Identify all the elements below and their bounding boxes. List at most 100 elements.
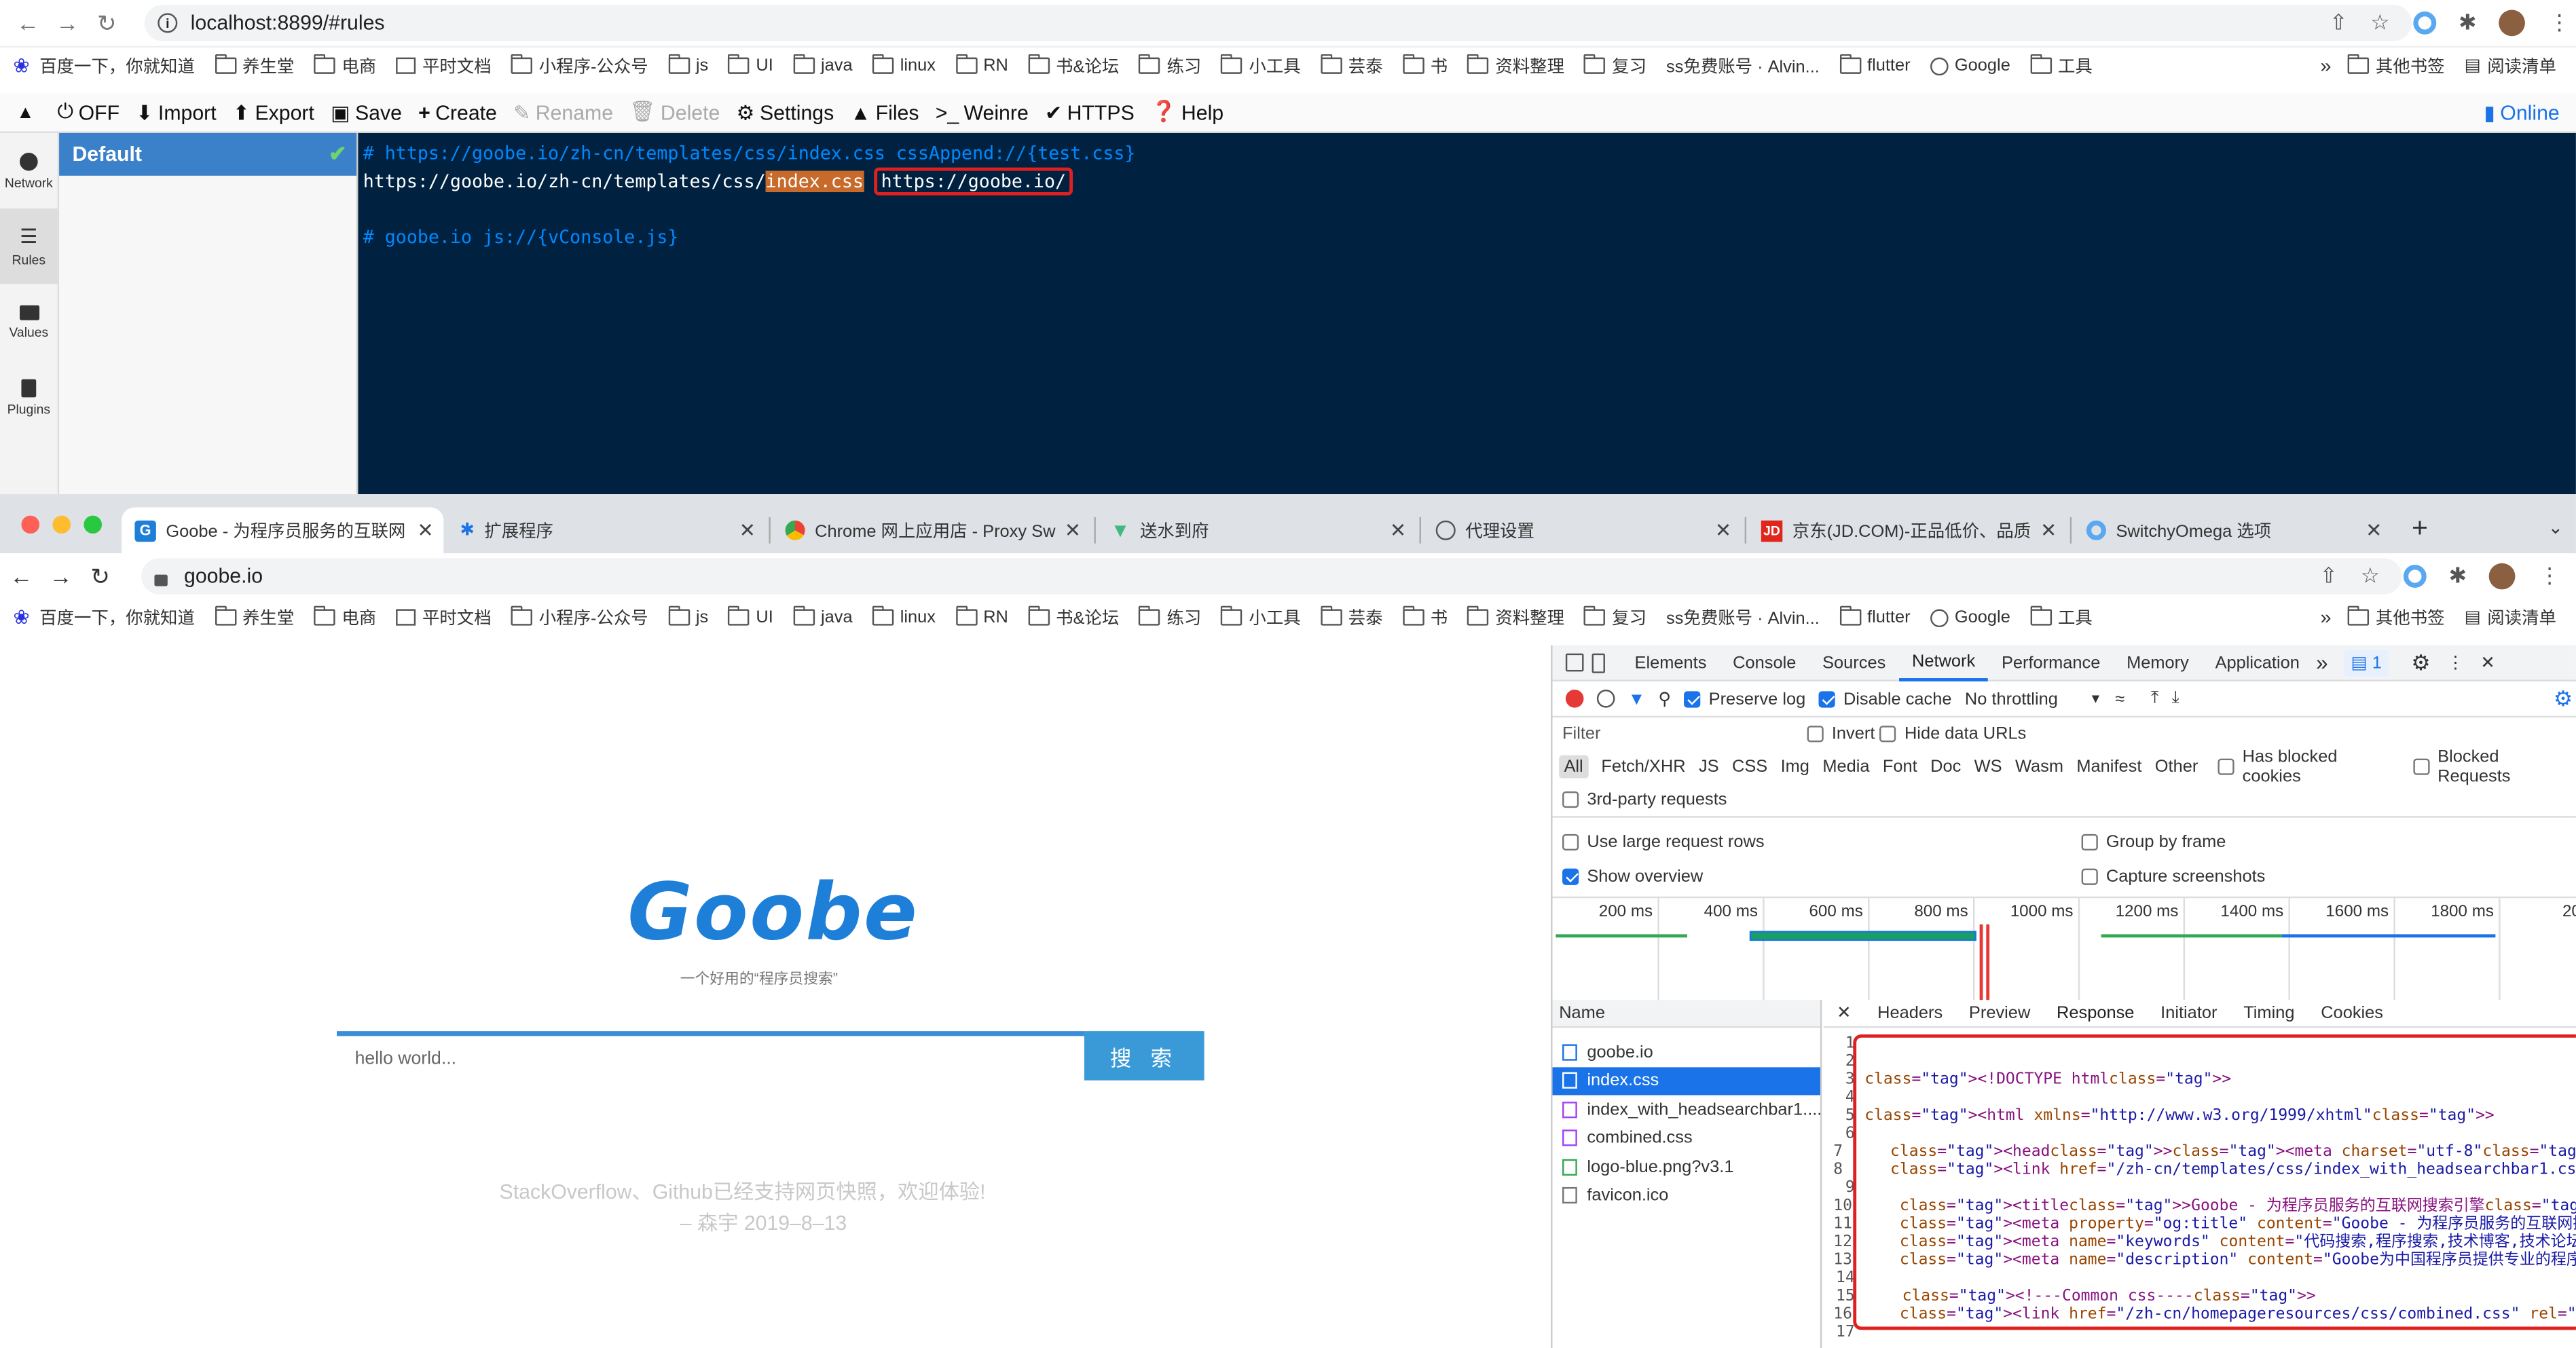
tab-water-delivery[interactable]: ▼ 送水到府 ✕ (1097, 507, 1416, 553)
https-button[interactable]: ✔ HTTPS (1045, 100, 1135, 125)
bookmark-item[interactable]: 练习 (1139, 54, 1201, 78)
tab-jd[interactable]: JD 京东(JD.COM)-正品低价、品质 ✕ (1748, 507, 2066, 553)
second-address-bar[interactable]: goobe.io (141, 558, 2402, 595)
hide-data-urls-checkbox[interactable]: Hide data URLs (1879, 724, 2026, 744)
bookmark-item[interactable]: RN (955, 605, 1008, 627)
download-icon[interactable]: ⤓ (2172, 688, 2179, 709)
export-button[interactable]: ⬆ Export (233, 100, 314, 125)
other-bookmarks[interactable]: 其他书签 (2347, 605, 2445, 629)
bookmark-item[interactable]: 书 (1402, 54, 1448, 78)
type-filter-fetchxhr[interactable]: Fetch/XHR (1601, 757, 1685, 776)
detail-tab-cookies[interactable]: Cookies (2321, 1003, 2383, 1023)
bookmark-item[interactable]: 小工具 (1221, 54, 1301, 78)
bookmark-item[interactable]: ss免费账号 · Alvin... (1666, 605, 1820, 629)
tab-proxy-settings[interactable]: 代理设置 ✕ (1422, 507, 1741, 553)
show-overview-checkbox[interactable]: Show overview (1562, 867, 1703, 886)
bookmarks-more-icon[interactable]: » (2320, 606, 2331, 629)
disable-cache-checkbox[interactable]: Disable cache (1818, 689, 1952, 709)
device-toggle-icon[interactable] (1591, 652, 1605, 673)
close-detail-icon[interactable]: ✕ (1837, 1003, 1851, 1023)
bookmark-item[interactable]: 电商 (314, 605, 376, 629)
import-button[interactable]: ⬇ Import (136, 100, 216, 125)
menu-icon[interactable]: ⋮ (2549, 10, 2570, 37)
request-row[interactable]: index_with_headsearchbar1.... (1553, 1095, 1820, 1123)
search-icon[interactable]: ⚲ (1658, 689, 1671, 709)
avatar[interactable] (2489, 563, 2516, 590)
has-blocked-cookies-checkbox[interactable]: Has blocked cookies (2218, 747, 2399, 787)
bookmark-item[interactable]: 资料整理 (1467, 605, 1564, 629)
request-row[interactable]: combined.css (1553, 1124, 1820, 1153)
devtools-tab-sources[interactable]: Sources (1809, 644, 1899, 680)
bookmark-item[interactable]: Google (1930, 56, 2010, 75)
bookmark-item[interactable]: 书&论坛 (1027, 54, 1119, 78)
tab-search-chevron-icon[interactable]: ⌄ (2548, 517, 2563, 538)
bookmark-item[interactable]: RN (955, 54, 1008, 75)
type-filter-manifest[interactable]: Manifest (2076, 757, 2141, 776)
close-tab-icon[interactable]: ✕ (417, 519, 433, 542)
bookmark-item[interactable]: flutter (1839, 605, 1911, 627)
bookmark-item[interactable]: UI (728, 605, 773, 627)
timeline-overview[interactable]: 200 ms 400 ms 600 ms 800 ms 1000 ms 1200 ms 14… (1552, 896, 2576, 1007)
bookmark-item[interactable]: 平时文档 (396, 605, 492, 629)
bookmark-item[interactable]: Google (1930, 607, 2010, 627)
type-filter-all[interactable]: All (1559, 755, 1588, 779)
menu-icon[interactable]: ⋮ (2539, 563, 2560, 590)
goobe-logo[interactable]: Goobe (627, 867, 919, 958)
reload-icon[interactable]: ↻ (82, 558, 118, 594)
bookmark-item[interactable]: js (667, 54, 708, 75)
sidebar-item-network[interactable]: Network (0, 133, 58, 208)
type-filter-js[interactable]: JS (1699, 757, 1719, 776)
tab-switchyomega[interactable]: SwitchyOmega 选项 ✕ (2074, 507, 2392, 553)
bookmark-item[interactable]: 工具 (2029, 54, 2093, 78)
devtools-menu-icon[interactable]: ⋮ (2447, 653, 2464, 673)
close-window-icon[interactable] (21, 515, 40, 534)
filter-icon[interactable]: ▼ (1628, 689, 1645, 709)
extension-circle-icon[interactable] (2412, 11, 2436, 35)
bookmark-item[interactable]: 芸泰 (1320, 605, 1383, 629)
bookmark-item[interactable]: UI (728, 54, 773, 75)
type-filter-font[interactable]: Font (1883, 757, 1917, 776)
devtools-tab-application[interactable]: Application (2202, 644, 2313, 680)
files-button[interactable]: ▲ Files (850, 101, 919, 124)
bookmark-item[interactable]: 工具 (2029, 605, 2093, 629)
bookmark-item[interactable]: 百度一下，你就知道 (39, 54, 195, 78)
detail-tab-preview[interactable]: Preview (1969, 1003, 2030, 1023)
delete-button[interactable]: 🗑 Delete (629, 100, 720, 125)
share-icon[interactable]: ⇧ (2330, 10, 2347, 37)
devtools-tab-performance[interactable]: Performance (1989, 644, 2114, 680)
collapse-icon[interactable]: ▲ (16, 102, 34, 122)
detail-tab-initiator[interactable]: Initiator (2160, 1003, 2217, 1023)
bookmark-item[interactable]: 百度一下，你就知道 (39, 605, 195, 629)
weinre-button[interactable]: >_ Weinre (936, 101, 1029, 124)
extension-circle-icon[interactable] (2402, 565, 2426, 588)
bookmark-item[interactable]: 复习 (1584, 605, 1646, 629)
close-tab-icon[interactable]: ✕ (1065, 519, 1081, 542)
tab-webstore[interactable]: Chrome 网上应用店 - Proxy Sw ✕ (772, 507, 1090, 553)
rule-item-default[interactable]: Default ✔ (59, 132, 357, 176)
request-row[interactable]: index.css (1552, 1066, 1820, 1096)
new-tab-icon[interactable]: + (2412, 512, 2428, 545)
bookmark-item[interactable]: linux (872, 605, 936, 627)
reading-list[interactable]: ▤ 阅读清单 (2465, 605, 2556, 629)
back-arrow-icon[interactable]: ← (10, 5, 46, 41)
bookmark-item[interactable]: 小工具 (1221, 605, 1301, 629)
group-by-frame-checkbox[interactable]: Group by frame (2081, 832, 2226, 852)
devtools-tab-console[interactable]: Console (1720, 644, 1809, 680)
type-filter-ws[interactable]: WS (1974, 757, 2002, 776)
third-party-checkbox[interactable]: 3rd-party requests (1553, 783, 2576, 816)
close-tab-icon[interactable]: ✕ (2366, 519, 2382, 542)
bookmark-item[interactable]: js (667, 605, 708, 627)
bookmark-item[interactable]: ss免费账号 · Alvin... (1666, 54, 1820, 78)
bookmark-item[interactable]: 资料整理 (1467, 54, 1564, 78)
bookmark-item[interactable]: linux (872, 54, 936, 75)
bookmark-item[interactable]: 小程序-公众号 (511, 54, 648, 78)
more-tabs-icon[interactable]: » (2316, 650, 2328, 675)
tab-extensions[interactable]: ✱ 扩展程序 ✕ (447, 507, 765, 553)
bookmark-item[interactable]: java (792, 54, 853, 75)
filter-input[interactable]: Filter (1562, 724, 1743, 744)
throttling-select[interactable]: No throttling ▼ (1965, 689, 2102, 709)
bookmark-item[interactable]: java (792, 605, 853, 627)
sidebar-item-rules[interactable]: ☰ Rules (0, 208, 58, 284)
inspect-icon[interactable] (1565, 653, 1584, 672)
avatar[interactable] (2499, 10, 2526, 37)
